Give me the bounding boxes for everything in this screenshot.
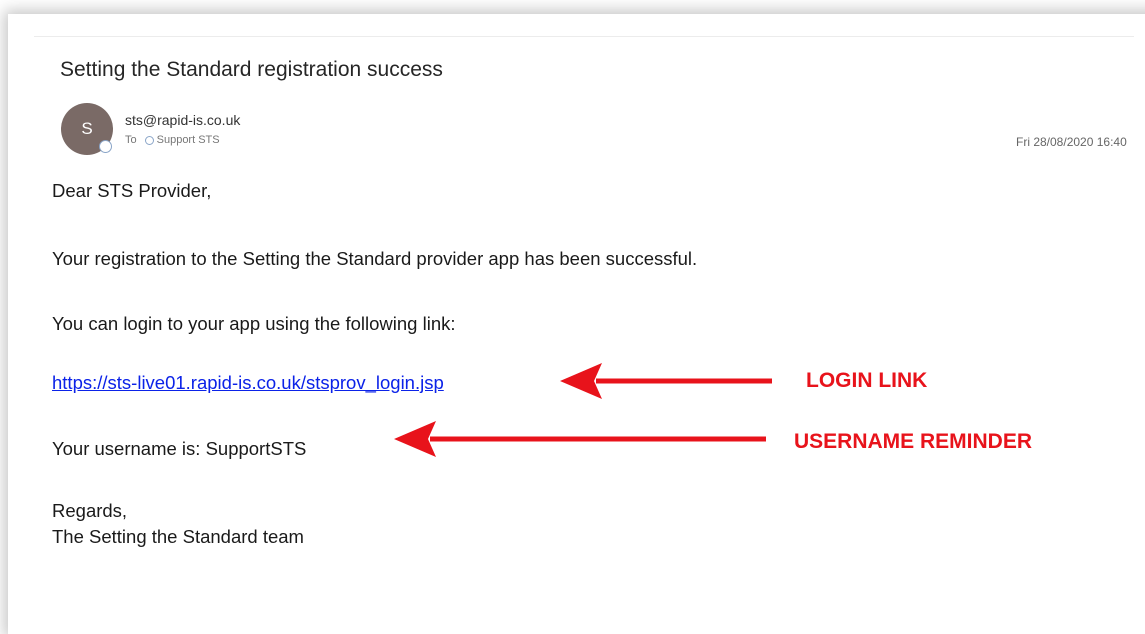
login-arrow-icon: [560, 363, 772, 399]
body-line-login-info: You can login to your app using the foll…: [52, 313, 456, 334]
recipient-row: To Support STS: [125, 134, 220, 146]
username-arrow-icon: [394, 421, 766, 457]
closing-text: Regards,: [52, 500, 128, 521]
email-subject: Setting the Standard registration succes…: [60, 58, 443, 81]
login-link-annotation: LOGIN LINK: [806, 369, 928, 392]
username-reminder-annotation: USERNAME REMINDER: [794, 430, 1033, 453]
recipient-presence-icon: [144, 135, 154, 145]
body-line-registration: Your registration to the Setting the Sta…: [52, 248, 698, 269]
sender-address[interactable]: sts@rapid-is.co.uk: [125, 112, 240, 128]
recipient-name[interactable]: Support STS: [157, 134, 220, 146]
signature-text: The Setting the Standard team: [52, 526, 304, 547]
header-divider: [34, 36, 1134, 37]
presence-status-icon: [99, 140, 112, 153]
greeting-text: Dear STS Provider,: [52, 180, 212, 201]
avatar-initial: S: [81, 119, 93, 138]
sent-datetime: Fri 28/08/2020 16:40: [1016, 135, 1127, 149]
login-link[interactable]: https://sts-live01.rapid-is.co.uk/stspro…: [52, 372, 444, 394]
username-line: Your username is: SupportSTS: [52, 438, 307, 459]
to-label: To: [125, 134, 137, 146]
